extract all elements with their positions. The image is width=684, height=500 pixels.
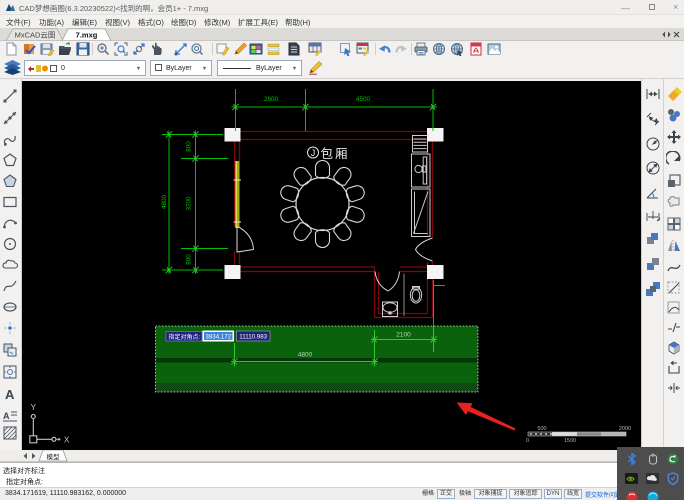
svg-text:模型: 模型 bbox=[47, 452, 61, 461]
svg-text:4800: 4800 bbox=[161, 195, 168, 210]
svg-text:4500: 4500 bbox=[356, 96, 371, 103]
svg-text:Y: Y bbox=[31, 403, 37, 412]
svg-text:A: A bbox=[3, 411, 10, 421]
svg-text:指定对角点:: 指定对角点: bbox=[169, 333, 201, 341]
svg-text:4800: 4800 bbox=[298, 352, 313, 359]
svg-text:0: 0 bbox=[526, 438, 529, 444]
svg-text:7.mxg: 7.mxg bbox=[76, 31, 98, 40]
svg-text:3834.172: 3834.172 bbox=[205, 334, 231, 341]
svg-text:J: J bbox=[311, 148, 316, 158]
svg-text:800: 800 bbox=[186, 254, 193, 265]
svg-text:3200: 3200 bbox=[186, 196, 193, 211]
svg-text:11110.983: 11110.983 bbox=[239, 334, 267, 341]
svg-text:500: 500 bbox=[537, 426, 546, 432]
svg-text:X: X bbox=[64, 436, 70, 445]
svg-text:MxCAD云图: MxCAD云图 bbox=[15, 31, 56, 40]
svg-text:包厢: 包厢 bbox=[321, 147, 350, 161]
svg-text:800: 800 bbox=[186, 141, 193, 152]
svg-text:2600: 2600 bbox=[264, 96, 279, 103]
svg-text:A: A bbox=[5, 387, 15, 402]
svg-text:1500: 1500 bbox=[564, 438, 576, 444]
svg-text:2000: 2000 bbox=[619, 426, 631, 432]
svg-text:2100: 2100 bbox=[396, 332, 411, 339]
